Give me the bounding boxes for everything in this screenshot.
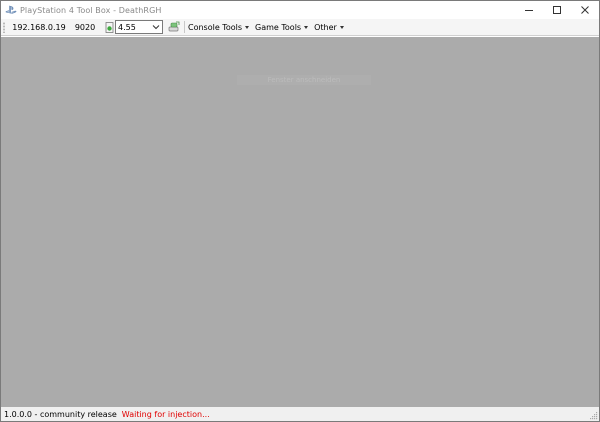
maximize-button[interactable] [543,1,571,19]
menu-console-tools[interactable]: Console Tools [188,22,250,32]
firmware-select[interactable]: 4.55 [115,20,163,34]
close-icon [581,6,589,14]
inject-button[interactable] [167,20,181,34]
app-window: PlayStation 4 Tool Box - DeathRGH 192.16… [0,0,600,422]
resize-grip-icon[interactable] [588,410,598,420]
window-controls [515,1,599,19]
title-bar[interactable]: PlayStation 4 Tool Box - DeathRGH [1,1,599,19]
menu-game-tools[interactable]: Game Tools [255,22,309,32]
caret-down-icon [304,26,309,29]
window-title: PlayStation 4 Tool Box - DeathRGH [20,5,162,15]
close-button[interactable] [571,1,599,19]
version-label: 1.0.0.0 - community release [4,409,117,419]
ip-address-input[interactable]: 192.168.0.19 [11,20,67,34]
port-input[interactable]: 9020 [69,20,101,34]
menu-console-tools-label: Console Tools [188,22,243,32]
menu-other-label: Other [314,22,337,32]
menu-other[interactable]: Other [314,23,344,32]
caret-down-icon [339,26,344,29]
firmware-select-value: 4.55 [118,22,136,32]
payload-inject-icon [168,21,180,32]
maximize-icon [553,6,561,14]
status-bar: 1.0.0.0 - community release Waiting for … [1,407,599,421]
minimize-button[interactable] [515,1,543,19]
chevron-down-icon [152,25,160,30]
caret-down-icon [245,26,250,29]
status-message: Waiting for injection... [121,409,210,419]
toolbar-separator [184,21,185,33]
faint-caption: Fenster anschneiden [237,75,371,85]
main-content-area: Fenster anschneiden [1,37,599,407]
menu-game-tools-label: Game Tools [255,22,302,32]
firmware-icon [103,20,115,34]
toolbar: 192.168.0.19 9020 4.55 Console Tools Gam… [1,19,599,36]
playstation-logo-icon [4,1,18,19]
toolbar-grip[interactable] [3,21,5,33]
minimize-icon [525,10,533,11]
